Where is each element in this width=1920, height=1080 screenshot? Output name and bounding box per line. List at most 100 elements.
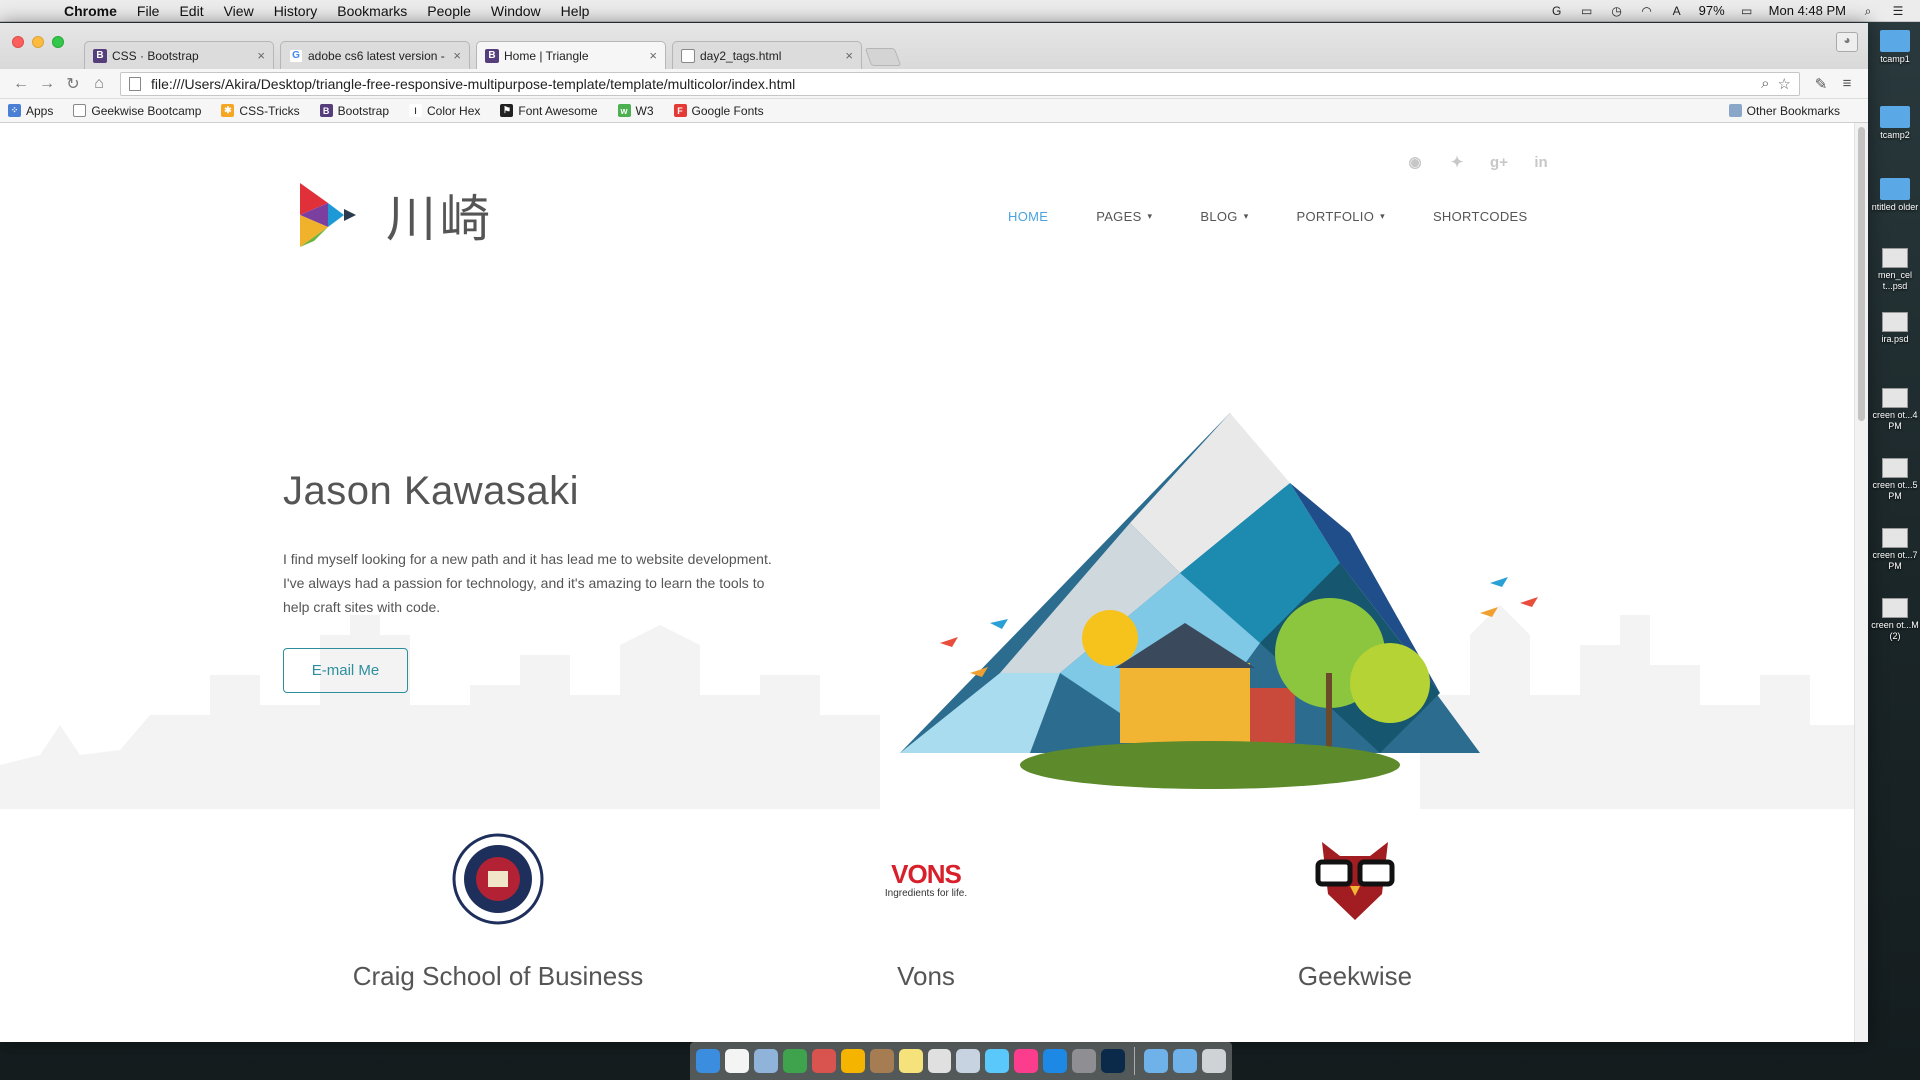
google-plus-icon[interactable]: g+ — [1490, 153, 1508, 171]
new-tab-button[interactable] — [864, 48, 902, 66]
hero-description: I find myself looking for a new path and… — [283, 551, 772, 615]
battery-percent[interactable]: 97% — [1699, 3, 1725, 18]
tab-day2-tags[interactable]: day2_tags.html × — [672, 41, 862, 69]
page-scrollbar[interactable] — [1854, 123, 1868, 1042]
bookmark-css-tricks[interactable]: ✱ CSS-Tricks — [221, 103, 300, 118]
scrollbar-thumb[interactable] — [1858, 127, 1865, 421]
desktop-file[interactable]: ira.psd — [1870, 312, 1920, 345]
triangle-logo-icon — [300, 183, 356, 247]
airplay-icon[interactable]: ▭ — [1579, 4, 1595, 18]
reminders-icon[interactable] — [927, 1049, 952, 1073]
menu-bookmarks[interactable]: Bookmarks — [327, 3, 417, 19]
site-logo[interactable]: 川崎 — [298, 179, 494, 251]
other-bookmarks[interactable]: Other Bookmarks — [1728, 104, 1840, 118]
time-machine-icon[interactable]: ◷ — [1609, 4, 1625, 18]
wifi-icon[interactable]: ◠ — [1639, 4, 1655, 18]
bookmark-bootstrap[interactable]: B Bootstrap — [319, 104, 389, 118]
bookmark-geekwise[interactable]: Geekwise Bootcamp — [73, 104, 201, 118]
bookmark-color-hex[interactable]: ǀ Color Hex — [409, 104, 480, 118]
minimize-window-button[interactable] — [32, 36, 44, 48]
url-text[interactable]: file:///Users/Akira/Desktop/triangle-fre… — [151, 76, 1753, 92]
preview-icon[interactable] — [753, 1049, 778, 1073]
nav-pages[interactable]: PAGES ▾ — [1096, 209, 1152, 224]
desktop-file[interactable]: men_cel t...psd — [1870, 248, 1920, 292]
menubar-status-area: G ▭ ◷ ◠ A 97% ▭ Mon 4:48 PM ⌕ ☰ — [1549, 3, 1920, 18]
menu-file[interactable]: File — [127, 3, 170, 19]
grammarly-icon[interactable]: G — [1549, 4, 1565, 18]
bookmark-label: CSS-Tricks — [239, 103, 300, 118]
menu-view[interactable]: View — [214, 3, 264, 19]
tab-close-icon[interactable]: × — [453, 48, 461, 63]
desktop-file[interactable]: creen ot...5 PM — [1870, 458, 1920, 502]
forward-arrow-icon[interactable]: → — [34, 75, 60, 93]
photoshop-icon[interactable] — [1101, 1049, 1126, 1073]
profile-icon[interactable]: ◕ — [1836, 32, 1858, 52]
desktop-folder[interactable]: ntitled older — [1870, 178, 1920, 213]
reload-icon[interactable]: ↻ — [60, 74, 86, 94]
notebook-icon[interactable] — [869, 1049, 894, 1073]
input-source-icon[interactable]: A — [1669, 4, 1685, 18]
home-icon[interactable]: ⌂ — [86, 75, 112, 93]
sublime-icon[interactable] — [811, 1049, 836, 1073]
desktop-folder[interactable]: tcamp2 — [1870, 106, 1920, 141]
notes-icon[interactable] — [898, 1049, 923, 1073]
menu-edit[interactable]: Edit — [169, 3, 213, 19]
tab-adobe-search[interactable]: G adobe cs6 latest version - × — [280, 41, 470, 69]
desktop-label: tcamp2 — [1880, 130, 1910, 140]
back-arrow-icon[interactable]: ← — [8, 75, 34, 93]
desktop-folder[interactable]: tcamp1 — [1870, 30, 1920, 65]
nav-home[interactable]: HOME — [1008, 209, 1048, 224]
nav-blog[interactable]: BLOG ▾ — [1200, 209, 1248, 224]
tab-close-icon[interactable]: × — [649, 48, 657, 63]
tab-css-bootstrap[interactable]: B CSS · Bootstrap × — [84, 41, 274, 69]
chrome-icon[interactable] — [840, 1049, 865, 1073]
messages-icon[interactable] — [985, 1049, 1010, 1073]
extension-icon[interactable]: ✎ — [1808, 75, 1834, 93]
trash-icon[interactable] — [1201, 1049, 1226, 1073]
bookmark-font-awesome[interactable]: ⚑ Font Awesome — [500, 103, 598, 118]
folder-icon — [1880, 178, 1910, 200]
bookmark-apps[interactable]: ⁘ Apps — [8, 104, 53, 118]
app-store-icon[interactable] — [1043, 1049, 1068, 1073]
spotlight-icon[interactable]: ⌕ — [1860, 4, 1876, 18]
email-me-button[interactable]: E-mail Me — [283, 648, 408, 693]
nav-portfolio[interactable]: PORTFOLIO ▾ — [1297, 209, 1385, 224]
nav-shortcodes[interactable]: SHORTCODES — [1433, 209, 1528, 224]
menu-window[interactable]: Window — [481, 3, 551, 19]
finder-icon[interactable] — [696, 1049, 720, 1073]
linkedin-icon[interactable]: in — [1532, 153, 1550, 171]
menu-help[interactable]: Help — [551, 3, 600, 19]
tab-close-icon[interactable]: × — [257, 48, 265, 63]
itunes-icon[interactable] — [1014, 1049, 1039, 1073]
menubar-clock[interactable]: Mon 4:48 PM — [1769, 3, 1846, 18]
desktop-file[interactable]: creen ot...M (2) — [1870, 598, 1920, 642]
menu-people[interactable]: People — [417, 3, 481, 19]
spotify-icon[interactable] — [782, 1049, 807, 1073]
calendar-icon[interactable] — [724, 1049, 749, 1073]
folder-icon — [1728, 104, 1742, 117]
chevron-down-icon: ▾ — [1243, 211, 1249, 221]
menu-app-name[interactable]: Chrome — [54, 3, 127, 19]
tab-home-triangle[interactable]: B Home | Triangle × — [476, 41, 666, 69]
bookmark-star-icon[interactable]: ☆ — [1778, 75, 1791, 93]
zoom-window-button[interactable] — [52, 36, 64, 48]
github-icon[interactable]: ◉ — [1406, 153, 1424, 171]
desktop-file[interactable]: creen ot...7 PM — [1870, 528, 1920, 572]
menu-history[interactable]: History — [264, 3, 328, 19]
bookmark-google-fonts[interactable]: F Google Fonts — [673, 104, 764, 118]
zoom-icon[interactable]: ⌕ — [1761, 75, 1769, 92]
twitter-icon[interactable]: ✦ — [1448, 153, 1466, 171]
tab-close-icon[interactable]: × — [845, 48, 853, 63]
desktop-file[interactable]: creen ot...4 PM — [1870, 388, 1920, 432]
close-window-button[interactable] — [12, 36, 24, 48]
bookmark-w3[interactable]: w W3 — [617, 104, 654, 118]
bookmark-label: Font Awesome — [518, 103, 598, 118]
address-bar[interactable]: file:///Users/Akira/Desktop/triangle-fre… — [120, 71, 1800, 96]
notification-center-icon[interactable]: ☰ — [1890, 4, 1906, 18]
photos-icon[interactable] — [956, 1049, 981, 1073]
battery-icon[interactable]: ▭ — [1739, 4, 1755, 18]
downloads-folder-icon[interactable] — [1144, 1049, 1168, 1073]
chrome-menu-icon[interactable]: ≡ — [1834, 75, 1860, 92]
applications-folder-icon[interactable] — [1173, 1049, 1197, 1073]
system-preferences-icon[interactable] — [1072, 1049, 1097, 1073]
